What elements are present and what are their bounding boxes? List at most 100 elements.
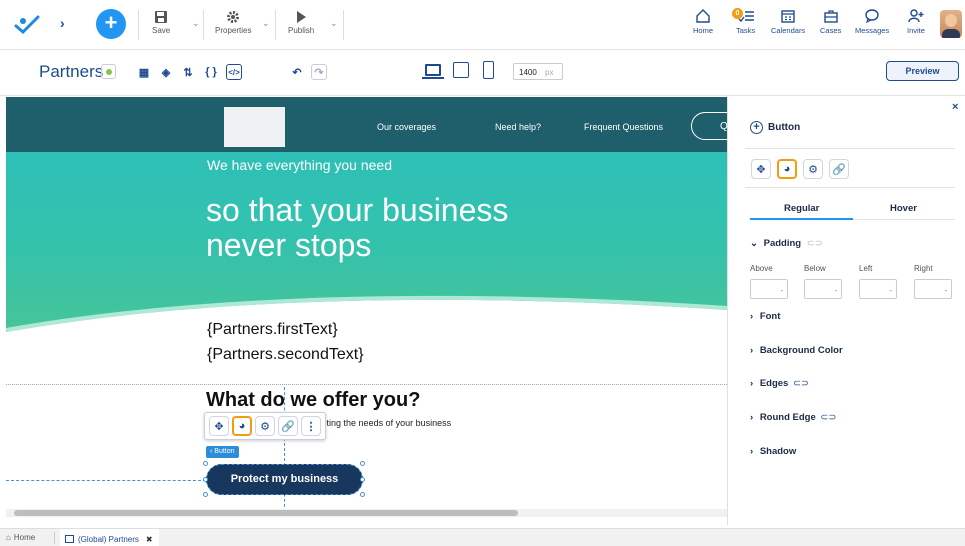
panel-palette-icon[interactable]: ◕ — [777, 159, 797, 179]
home-tab[interactable]: ⌂ Home — [6, 533, 35, 542]
hero-heading-line-2: never stops — [206, 227, 372, 263]
home-nav[interactable]: Home — [693, 8, 713, 35]
nav-partial-button[interactable]: Q — [691, 112, 727, 140]
move-icon[interactable]: ✥ — [209, 416, 229, 436]
padding-above-input[interactable]: - — [750, 279, 788, 299]
tab-regular[interactable]: Regular — [784, 203, 819, 214]
publish-label: Publish — [288, 26, 315, 35]
undo-icon[interactable]: ↶ — [289, 64, 305, 80]
panel-close-icon[interactable]: × — [952, 101, 958, 113]
offer-title: What do we offer you? — [206, 389, 421, 411]
nav-link-help[interactable]: Need help? — [495, 122, 541, 132]
dotted-section-divider — [6, 384, 727, 385]
avatar[interactable] — [940, 10, 962, 38]
padding-right-input[interactable]: - — [914, 279, 952, 299]
font-section-header[interactable]: › Font — [750, 311, 780, 322]
panel-settings-icon[interactable]: ⚙ — [803, 159, 823, 179]
hero-subheading: We have everything you need — [207, 157, 392, 173]
padding-below-input[interactable]: - — [804, 279, 842, 299]
resize-handle-tr[interactable] — [360, 461, 365, 466]
play-icon — [297, 11, 307, 23]
tasks-badge: 0 — [732, 8, 743, 19]
panel-title: Button — [768, 122, 801, 133]
structure-icon[interactable]: ⇅ — [180, 64, 196, 80]
chevron-right-icon: › — [750, 378, 754, 389]
close-tab-icon[interactable]: ✖ — [146, 535, 153, 544]
resize-handle-bl[interactable] — [203, 492, 208, 497]
cta-button[interactable]: Protect my business — [206, 464, 363, 495]
selection-guide-vertical — [284, 387, 285, 517]
palette-icon[interactable]: ◕ — [232, 416, 252, 436]
resize-handle-br[interactable] — [360, 492, 365, 497]
layers-icon[interactable]: ◈ — [158, 64, 174, 80]
panel-divider-1 — [745, 148, 955, 149]
app-logo[interactable] — [14, 13, 40, 37]
code-icon[interactable]: </> — [226, 64, 242, 80]
chevron-right-icon: › — [750, 446, 754, 457]
briefcase-icon — [823, 10, 838, 23]
first-text: {Partners.firstText} — [207, 321, 338, 338]
save-label: Save — [152, 26, 171, 35]
tab-underline-rest — [853, 219, 955, 220]
resize-handle-mid-left[interactable] — [203, 477, 208, 482]
save-dropdown-icon[interactable]: ⌄ — [192, 18, 200, 29]
chain-link-icon: ⊂⊃ — [820, 412, 837, 423]
chain-link-icon: ⊂⊃ — [806, 238, 823, 249]
tab-hover[interactable]: Hover — [890, 203, 917, 214]
calendars-nav[interactable]: Calendars — [771, 8, 805, 35]
properties-button[interactable]: Properties — [215, 10, 251, 35]
panel-link-icon[interactable]: 🔗 — [829, 159, 849, 179]
padding-section-header[interactable]: ⌄ Padding ⊂⊃ — [750, 238, 823, 249]
link-icon[interactable]: 🔗 — [278, 416, 298, 436]
padding-left-input[interactable]: - — [859, 279, 897, 299]
panel-move-icon[interactable]: ✥ — [751, 159, 771, 179]
round-edge-section-header[interactable]: › Round Edge ⊂⊃ — [750, 412, 836, 423]
hero-heading-line-1: so that your business — [206, 192, 509, 228]
cta-button-label: Protect my business — [230, 473, 339, 485]
add-button[interactable]: + — [96, 9, 126, 39]
tab-separator — [54, 532, 55, 544]
button-tag[interactable]: ‹ Button — [206, 446, 239, 458]
expand-chevron-icon[interactable]: › — [60, 15, 65, 31]
redo-icon[interactable]: ↷ — [311, 64, 327, 80]
edges-section-header[interactable]: › Edges ⊂⊃ — [750, 378, 809, 389]
width-input[interactable]: 1400 px — [513, 63, 563, 80]
tablet-view-icon[interactable] — [453, 62, 469, 78]
padding-left-label: Left — [859, 264, 873, 273]
design-canvas[interactable]: Our coverages Need help? Frequent Questi… — [6, 97, 727, 517]
mobile-view-icon[interactable] — [483, 61, 494, 79]
save-button[interactable]: Save — [152, 10, 170, 35]
nav-link-faq[interactable]: Frequent Questions — [584, 122, 663, 132]
form-icon — [65, 535, 74, 543]
shadow-section-header[interactable]: › Shadow — [750, 446, 796, 457]
more-icon[interactable]: ⋮ — [301, 416, 321, 436]
add-circle-icon: + — [750, 121, 763, 134]
gear-icon — [227, 11, 240, 23]
invite-nav[interactable]: Invite — [907, 8, 925, 35]
publish-dropdown-icon[interactable]: ⌄ — [330, 18, 338, 29]
panel-divider-2 — [745, 187, 955, 188]
scrollbar-thumb[interactable] — [14, 510, 518, 516]
properties-dropdown-icon[interactable]: ⌄ — [262, 18, 270, 29]
braces-icon[interactable]: { } — [203, 64, 219, 80]
publish-button[interactable]: Publish — [288, 10, 314, 35]
padding-below-label: Below — [804, 264, 826, 273]
resize-handle-tl[interactable] — [203, 461, 208, 466]
chevron-right-icon: › — [750, 412, 754, 423]
chevron-right-icon: › — [750, 311, 754, 322]
messages-nav[interactable]: Messages — [855, 8, 889, 35]
horizontal-scrollbar[interactable] — [6, 509, 727, 517]
grid-icon[interactable]: ▦ — [136, 64, 152, 80]
calendar-icon — [781, 10, 795, 23]
preview-button[interactable]: Preview — [886, 61, 959, 81]
settings-icon[interactable]: ⚙ — [255, 416, 275, 436]
properties-label: Properties — [215, 26, 252, 35]
partners-tab[interactable]: (Global) Partners ✖ — [60, 529, 159, 546]
resize-handle-mid-right[interactable] — [360, 477, 365, 482]
desktop-view-icon[interactable] — [425, 64, 441, 76]
nav-link-coverages[interactable]: Our coverages — [377, 122, 436, 132]
background-color-section-header[interactable]: › Background Color — [750, 345, 843, 356]
status-dot-icon — [101, 64, 116, 79]
padding-right-label: Right — [914, 264, 933, 273]
cases-nav[interactable]: Cases — [820, 8, 841, 35]
